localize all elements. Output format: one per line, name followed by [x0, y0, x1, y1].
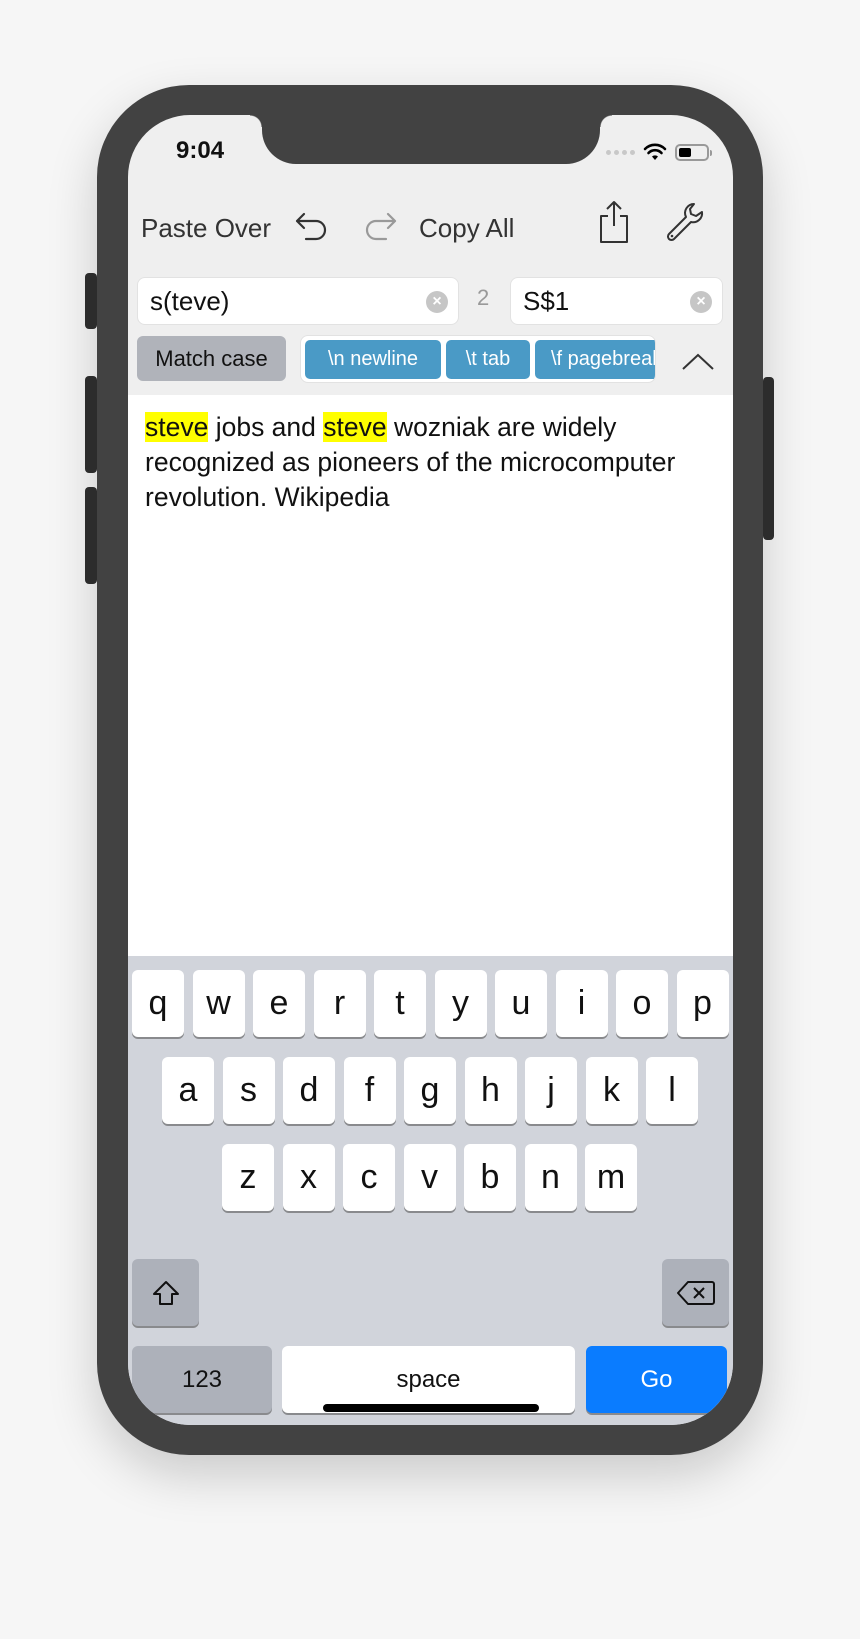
chevron-up-icon[interactable] [680, 343, 716, 379]
notch [250, 115, 612, 164]
key-b[interactable]: b [464, 1144, 516, 1211]
share-icon[interactable] [598, 199, 630, 245]
key-i[interactable]: i [555, 970, 608, 1037]
replace-input[interactable]: S$1 × [510, 277, 723, 325]
status-indicators [606, 142, 712, 162]
key-m[interactable]: m [585, 1144, 637, 1211]
key-z[interactable]: z [222, 1144, 274, 1211]
replace-input-value: S$1 [523, 285, 570, 316]
find-input-value: s(teve) [150, 285, 230, 316]
match-highlight: steve [323, 412, 387, 442]
redo-icon[interactable] [362, 205, 398, 251]
key-x[interactable]: x [282, 1144, 335, 1211]
key-v[interactable]: v [403, 1144, 456, 1211]
clear-icon[interactable]: × [426, 291, 448, 313]
volume-down-button [85, 487, 97, 584]
battery-icon [675, 143, 712, 161]
delete-key[interactable] [662, 1259, 729, 1326]
paste-over-button[interactable]: Paste Over [141, 205, 271, 251]
match-case-toggle[interactable]: Match case [137, 336, 286, 381]
key-o[interactable]: o [616, 970, 668, 1037]
key-p[interactable]: p [676, 970, 729, 1037]
undo-icon[interactable] [294, 205, 330, 251]
key-e[interactable]: e [253, 970, 305, 1037]
chip-tab[interactable]: \t tab [446, 340, 530, 379]
find-input[interactable]: s(teve) × [137, 277, 459, 325]
screen: 9:04 Paste Over Copy All s(teve) × 2 S$1… [128, 115, 733, 1425]
toolbar: Paste Over Copy All [128, 201, 733, 251]
wrench-icon[interactable] [664, 199, 704, 245]
key-d[interactable]: d [283, 1057, 335, 1124]
key-g[interactable]: g [404, 1057, 456, 1124]
keyboard: 123 space Go qwertyuiop asdfghjkl zxcvbnm [128, 956, 733, 1425]
key-h[interactable]: h [464, 1057, 517, 1124]
go-key[interactable]: Go [586, 1346, 727, 1413]
key-k[interactable]: k [585, 1057, 638, 1124]
match-highlight: steve [145, 412, 209, 442]
power-button [763, 377, 774, 540]
backspace-icon [676, 1280, 715, 1305]
chip-pagebreak[interactable]: \f pagebreak [535, 340, 655, 379]
shift-icon [152, 1280, 179, 1305]
space-key[interactable]: space [282, 1346, 575, 1413]
key-l[interactable]: l [646, 1057, 698, 1124]
text-segment: jobs and [208, 412, 324, 442]
status-time: 9:04 [176, 137, 225, 164]
home-indicator[interactable] [323, 1404, 539, 1412]
key-q[interactable]: q [132, 970, 184, 1037]
key-a[interactable]: a [162, 1057, 214, 1124]
signal-icon [606, 149, 635, 155]
numbers-key[interactable]: 123 [132, 1346, 272, 1413]
key-u[interactable]: u [495, 970, 547, 1037]
document-text[interactable]: steve jobs and steve wozniak are widely … [128, 395, 733, 956]
key-s[interactable]: s [222, 1057, 275, 1124]
key-r[interactable]: r [313, 970, 366, 1037]
wifi-icon [643, 143, 667, 160]
volume-up-button [85, 376, 97, 473]
copy-all-button[interactable]: Copy All [419, 205, 514, 251]
key-j[interactable]: j [525, 1057, 577, 1124]
match-count: 2 [477, 285, 490, 310]
clear-icon[interactable]: × [690, 291, 712, 313]
chip-newline[interactable]: \n newline [305, 340, 441, 379]
key-w[interactable]: w [192, 970, 245, 1037]
silent-switch [85, 273, 97, 329]
escape-chips-scroller[interactable]: \n newline \t tab \f pagebreak [300, 335, 656, 383]
shift-key[interactable] [132, 1259, 199, 1326]
key-y[interactable]: y [434, 970, 487, 1037]
key-f[interactable]: f [343, 1057, 396, 1124]
key-t[interactable]: t [374, 970, 426, 1037]
key-c[interactable]: c [343, 1144, 395, 1211]
key-n[interactable]: n [524, 1144, 577, 1211]
